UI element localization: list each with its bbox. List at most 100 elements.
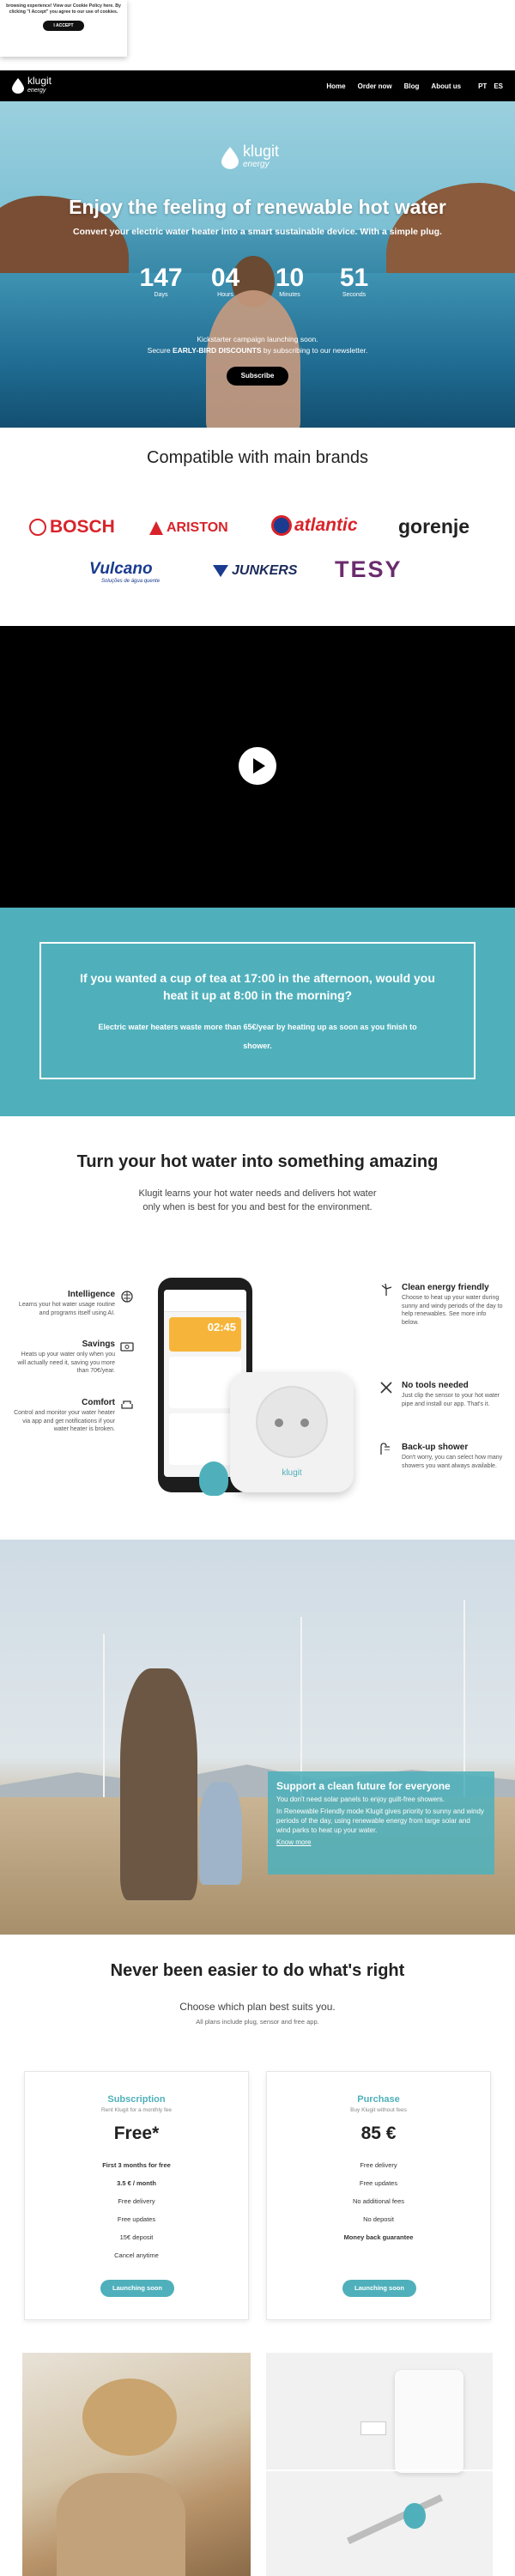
photo-dog xyxy=(57,2473,185,2576)
plan-feature: Free updates xyxy=(117,2215,156,2223)
tea-box: If you wanted a cup of tea at 17:00 in t… xyxy=(39,942,476,1079)
plan-price: 85 € xyxy=(360,2123,397,2143)
ariston-emblem-icon xyxy=(149,521,163,535)
plan-subscription: Subscription Rent Klugit for a monthly f… xyxy=(24,2071,249,2320)
clean-future-title: Support a clean future for everyone xyxy=(276,1780,451,1792)
plan-feature: Cancel anytime xyxy=(114,2251,159,2259)
countdown-hours: 04 Hours xyxy=(210,264,240,299)
shower-icon xyxy=(380,1443,390,1455)
purchase-launching-button[interactable]: Launching soon xyxy=(342,2280,416,2297)
features-description: Klugit learns your hot water needs and d… xyxy=(138,1188,377,1212)
early-bird-note: Secure EARLY-BIRD DISCOUNTS by subscribi… xyxy=(147,346,368,355)
wind-turbine xyxy=(103,1634,105,1797)
brand-tesy: TESY xyxy=(335,556,403,582)
app-header xyxy=(164,1290,246,1312)
plan-features: Free delivery Free updates No additional… xyxy=(267,2156,490,2246)
brand-bosch: BOSCH xyxy=(29,517,115,538)
photo-child xyxy=(199,1782,242,1885)
tea-question: If you wanted a cup of tea at 17:00 in t… xyxy=(80,971,435,1002)
lang-pt[interactable]: PT xyxy=(478,82,487,90)
feature-clean-energy: Clean energy friendly Choose to heat up y… xyxy=(402,1283,503,1326)
kickstarter-note: Kickstarter campaign launching soon. xyxy=(197,335,318,343)
hero-title: Enjoy the feeling of renewable hot water xyxy=(69,196,446,218)
lang-es[interactable]: ES xyxy=(494,82,503,90)
feature-no-tools: No tools needed Just clip the sensor to y… xyxy=(402,1381,500,1407)
plan-name: Purchase xyxy=(357,2094,400,2105)
brand-atlantic: atlantic xyxy=(271,515,358,536)
plan-tagline: Rent Klugit for a monthly fee xyxy=(100,2107,172,2113)
tea-text: Electric water heaters waste more than 6… xyxy=(98,1023,417,1050)
cookie-accept-button[interactable]: I ACCEPT xyxy=(43,21,84,31)
wind-turbine-icon xyxy=(381,1283,392,1296)
plan-features: First 3 months for free 3.5 € / month Fr… xyxy=(25,2156,248,2264)
clean-future-box: Support a clean future for everyone You … xyxy=(268,1771,494,1874)
water-drop-icon xyxy=(12,78,24,94)
sofa-icon xyxy=(121,1400,133,1409)
plans-note: All plans include plug, sensor and free … xyxy=(196,2018,319,2026)
plans-title: Never been easier to do what's right xyxy=(110,1961,405,1980)
water-heater-photo xyxy=(266,2353,493,2576)
countdown: 147 Days 04 Hours 10 Minutes 51 Seconds xyxy=(129,264,386,299)
brand-ariston: ARISTON xyxy=(149,520,228,536)
subscribe-button[interactable]: Subscribe xyxy=(227,367,288,386)
app-timer-card: 02:45 xyxy=(169,1317,241,1352)
hero-logo-text: klugit xyxy=(243,143,280,160)
water-pipe xyxy=(346,2494,444,2544)
brand-junkers: JUNKERS xyxy=(213,563,297,579)
video-player[interactable] xyxy=(0,626,515,908)
plan-tagline: Buy Klugit without fees xyxy=(350,2107,407,2113)
features-title: Turn your hot water into something amazi… xyxy=(76,1152,439,1171)
hero-section: klugit energy Enjoy the feeling of renewa… xyxy=(0,101,515,428)
brand-gorenje: gorenje xyxy=(398,515,470,538)
cookie-text: browsing experience! View our Cookie Pol… xyxy=(6,3,121,15)
wall-socket xyxy=(360,2421,386,2435)
plans-subtitle: Choose which plan best suits you. xyxy=(179,2001,336,2013)
subscription-launching-button[interactable]: Launching soon xyxy=(100,2280,174,2297)
hero-logo-sub: energy xyxy=(243,160,270,169)
language-switcher: PT ES xyxy=(478,82,503,90)
pipe-sensor-photo xyxy=(403,2503,426,2529)
nav-links: Home Order now Blog About us PT ES xyxy=(326,82,503,90)
nav-link-about[interactable]: About us xyxy=(431,82,461,90)
nav-link-order[interactable]: Order now xyxy=(358,82,392,90)
photo-woman xyxy=(120,1668,197,1900)
nav-logo[interactable]: klugit energy xyxy=(12,76,52,95)
play-icon[interactable] xyxy=(239,747,276,785)
hero-subtitle: Convert your electric water heater into … xyxy=(73,227,442,237)
clean-future-photo: Support a clean future for everyone You … xyxy=(0,1540,515,1935)
plan-name: Subscription xyxy=(107,2094,166,2105)
plan-feature: Free delivery xyxy=(118,2197,155,2205)
feature-comfort: Comfort Control and monitor your water he… xyxy=(14,1398,115,1432)
brand-vulcano: Vulcano Soluções de água quente xyxy=(89,560,161,584)
plan-feature: Free updates xyxy=(359,2179,398,2187)
plan-feature: Free delivery xyxy=(360,2161,397,2169)
photo-divider xyxy=(266,2470,493,2471)
cookie-banner: browsing experience! View our Cookie Pol… xyxy=(0,0,127,57)
brands-title: Compatible with main brands xyxy=(147,448,368,467)
nav-logo-sub: energy xyxy=(27,88,46,94)
money-icon xyxy=(120,1342,134,1352)
no-tools-icon xyxy=(380,1382,392,1394)
clean-future-text2: In Renewable Friendly mode Klugit gives … xyxy=(276,1807,484,1834)
plan-feature: Money back guarantee xyxy=(343,2233,414,2241)
plan-feature: No deposit xyxy=(363,2215,394,2223)
nav-logo-text: klugit xyxy=(27,75,52,87)
nav-link-blog[interactable]: Blog xyxy=(404,82,420,90)
socket-icon xyxy=(256,1386,328,1458)
know-more-link[interactable]: Know more xyxy=(276,1838,486,1847)
plan-purchase: Purchase Buy Klugit without fees 85 € Fr… xyxy=(266,2071,491,2320)
plan-feature: No additional fees xyxy=(352,2197,405,2205)
water-drop-icon xyxy=(221,147,239,169)
tea-section: If you wanted a cup of tea at 17:00 in t… xyxy=(0,908,515,1116)
brain-icon xyxy=(121,1291,133,1303)
atlantic-emblem-icon xyxy=(271,515,292,536)
clean-future-text1: You don't need solar panels to enjoy gui… xyxy=(276,1795,445,1803)
hero-logo: klugit energy xyxy=(221,143,280,172)
plan-feature: 3.5 € / month xyxy=(117,2179,156,2187)
water-heater xyxy=(395,2370,464,2473)
junkers-emblem-icon xyxy=(213,565,228,577)
nav-link-home[interactable]: Home xyxy=(326,82,345,90)
feature-backup-shower: Back-up shower Don't worry, you can selec… xyxy=(402,1443,503,1469)
pipe-sensor xyxy=(199,1461,228,1496)
smart-plug: klugit xyxy=(230,1372,354,1492)
